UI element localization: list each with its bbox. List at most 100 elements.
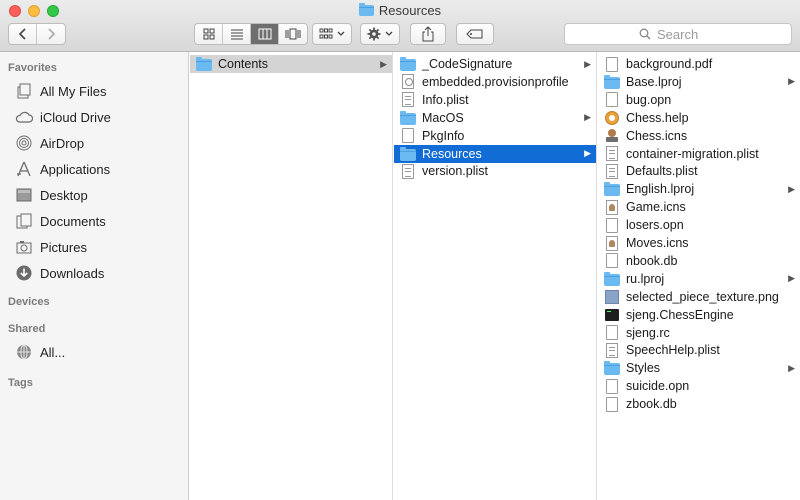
cover-flow-button[interactable] (279, 24, 307, 44)
sidebar-item-label: iCloud Drive (40, 109, 111, 125)
column-resources: background.pdf Base.lproj ▶ bug.opn Chess.he… (598, 52, 800, 500)
disclosure-arrow-icon: ▶ (380, 58, 387, 69)
edit-tags-button[interactable] (456, 23, 494, 45)
file-row[interactable]: container-migration.plist (598, 145, 800, 163)
file-name: Styles (626, 361, 661, 376)
disclosure-arrow-icon: ▶ (788, 183, 795, 194)
file-name: SpeechHelp.plist (626, 343, 720, 358)
plist-icon (604, 146, 620, 162)
folder-icon (604, 360, 620, 376)
icon-view-icon (203, 28, 214, 40)
view-mode-switcher (194, 23, 308, 45)
sidebar-item-applications[interactable]: Applications (14, 158, 110, 180)
disclosure-arrow-icon: ▶ (584, 112, 591, 123)
chevron-down-icon (385, 31, 393, 36)
folder-row[interactable]: MacOS ▶ (394, 109, 596, 127)
sidebar: Favorites All My Files iCloud Drive AirD… (0, 52, 189, 500)
folder-row[interactable]: Base.lproj ▶ (598, 73, 800, 91)
folder-row[interactable]: Contents ▶ (190, 55, 392, 73)
tag-icon (466, 29, 483, 39)
sidebar-item-icloud-drive[interactable]: iCloud Drive (14, 106, 111, 128)
plist-icon (604, 163, 620, 179)
file-name: zbook.db (626, 397, 677, 412)
list-view-button[interactable] (223, 24, 251, 44)
file-row[interactable]: embedded.provisionprofile (394, 73, 596, 91)
document-icon (400, 128, 416, 144)
tags-heading: Tags (8, 377, 33, 389)
file-row[interactable]: Chess.icns (598, 127, 800, 145)
file-row[interactable]: sjeng.rc (598, 324, 800, 342)
file-row[interactable]: Defaults.plist (598, 162, 800, 180)
file-row[interactable]: background.pdf (598, 55, 800, 73)
disclosure-arrow-icon: ▶ (788, 76, 795, 87)
sidebar-item-label: All My Files (40, 83, 107, 99)
file-name: sjeng.ChessEngine (626, 307, 734, 322)
plist-icon (400, 92, 416, 108)
column-contents: Contents ▶ (190, 52, 393, 500)
file-row[interactable]: bug.opn (598, 91, 800, 109)
devices-heading: Devices (8, 296, 50, 308)
sidebar-item-pictures[interactable]: Pictures (14, 236, 87, 258)
folder-row[interactable]: ru.lproj ▶ (598, 270, 800, 288)
sidebar-item-label: Pictures (40, 239, 87, 255)
forward-button[interactable] (37, 24, 65, 44)
chevron-down-icon (337, 31, 345, 36)
search-field[interactable] (564, 23, 792, 45)
file-name: losers.opn (626, 218, 684, 233)
back-button[interactable] (9, 24, 37, 44)
folder-row[interactable]: Resources ▶ (394, 144, 596, 163)
file-row[interactable]: Chess.help (598, 109, 800, 127)
file-row[interactable]: suicide.opn (598, 377, 800, 395)
sidebar-item-documents[interactable]: Documents (14, 210, 106, 232)
file-name: Resources (422, 146, 482, 161)
applications-icon (14, 160, 34, 178)
arrange-button[interactable] (312, 23, 352, 45)
file-row[interactable]: Info.plist (394, 91, 596, 109)
plist-icon (400, 163, 416, 179)
sidebar-item-label: Applications (40, 161, 111, 177)
provisioning-profile-icon (400, 74, 416, 90)
file-name: Info.plist (422, 92, 469, 107)
file-name: PkgInfo (422, 128, 465, 143)
file-row[interactable]: selected_piece_texture.png (598, 288, 800, 306)
icon-view-button[interactable] (195, 24, 223, 44)
network-icon (14, 343, 34, 361)
folder-icon (604, 181, 620, 197)
gear-icon (367, 27, 381, 41)
file-row[interactable]: sjeng.ChessEngine (598, 306, 800, 324)
document-icon (604, 325, 620, 341)
folder-row[interactable]: _CodeSignature ▶ (394, 55, 596, 73)
camera-icon (14, 238, 34, 256)
action-button[interactable] (360, 23, 400, 45)
folder-row[interactable]: English.lproj ▶ (598, 180, 800, 198)
file-row[interactable]: version.plist (394, 162, 596, 180)
terminal-executable-icon (604, 307, 620, 323)
folder-icon (400, 110, 416, 126)
chevron-left-icon (18, 28, 26, 40)
file-row[interactable]: SpeechHelp.plist (598, 341, 800, 359)
sidebar-item-desktop[interactable]: Desktop (14, 184, 88, 206)
column-view-button[interactable] (251, 24, 279, 44)
file-row[interactable]: PkgInfo (394, 127, 596, 145)
folder-icon (358, 3, 374, 16)
file-row[interactable]: nbook.db (598, 252, 800, 270)
list-view-icon (230, 29, 243, 40)
document-icon (604, 217, 620, 233)
search-input[interactable] (657, 26, 717, 42)
file-name: container-migration.plist (626, 146, 759, 161)
folder-row[interactable]: Styles ▶ (598, 359, 800, 377)
sidebar-item-airdrop[interactable]: AirDrop (14, 132, 84, 154)
file-row[interactable]: Game.icns (598, 198, 800, 216)
file-row[interactable]: losers.opn (598, 216, 800, 234)
file-name: Moves.icns (626, 236, 689, 250)
folder-icon (400, 56, 416, 72)
sidebar-item-all-shared[interactable]: All... (14, 341, 65, 363)
grid-icon (319, 28, 333, 39)
sidebar-item-all-my-files[interactable]: All My Files (14, 80, 106, 102)
sidebar-item-downloads[interactable]: Downloads (14, 262, 104, 284)
folder-icon (196, 56, 212, 72)
file-row[interactable]: zbook.db (598, 395, 800, 413)
file-row[interactable]: Moves.icns (598, 234, 800, 252)
disclosure-arrow-icon: ▶ (788, 273, 795, 284)
share-button[interactable] (410, 23, 446, 45)
